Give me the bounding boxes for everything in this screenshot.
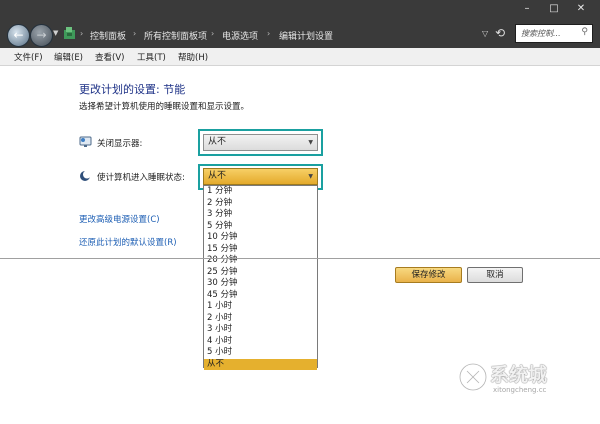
back-button[interactable]: ← xyxy=(7,24,30,47)
address-dropdown-icon[interactable]: ▽ xyxy=(482,29,488,38)
breadcrumb-separator: › xyxy=(267,29,271,38)
forward-button[interactable]: → xyxy=(30,24,53,47)
menu-tools[interactable]: 工具(T) xyxy=(137,51,166,63)
sleep-option[interactable]: 10 分钟 xyxy=(204,232,317,244)
sleep-label: 使计算机进入睡眠状态: xyxy=(97,173,185,183)
sleep-option[interactable]: 20 分钟 xyxy=(204,255,317,267)
breadcrumb-all-items[interactable]: 所有控制面板项 xyxy=(144,29,207,42)
history-dropdown-icon[interactable]: ▼ xyxy=(53,29,58,37)
sleep-moon-icon xyxy=(80,170,91,181)
breadcrumb-separator: › xyxy=(133,29,137,38)
watermark-url: xitongcheng.cc xyxy=(493,386,547,394)
monitor-icon xyxy=(79,136,92,147)
minimize-button[interactable]: – xyxy=(514,2,540,16)
sleep-option[interactable]: 5 分钟 xyxy=(204,221,317,233)
sleep-dropdown-list[interactable]: 1 分钟 2 分钟 3 分钟 5 分钟 10 分钟 15 分钟 20 分钟 25 分钟 30 分… xyxy=(203,185,318,370)
watermark-text: 系统城 xyxy=(490,364,548,386)
breadcrumb-power-options[interactable]: 电源选项 xyxy=(222,29,258,42)
sleep-option[interactable]: 1 小时 xyxy=(204,301,317,313)
refresh-icon[interactable]: ⟲ xyxy=(495,26,505,40)
search-icon[interactable]: ⚲ xyxy=(581,27,588,37)
page-title: 更改计划的设置: 节能 xyxy=(79,83,186,96)
sleep-option[interactable]: 5 小时 xyxy=(204,347,317,359)
close-button[interactable]: ✕ xyxy=(568,2,594,16)
chevron-down-icon: ▼ xyxy=(308,139,313,146)
sleep-option[interactable]: 45 分钟 xyxy=(204,290,317,302)
breadcrumb-separator: › xyxy=(211,29,215,38)
breadcrumb-edit-plan[interactable]: 编辑计划设置 xyxy=(279,29,333,42)
restore-defaults-link[interactable]: 还原此计划的默认设置(R) xyxy=(79,236,177,248)
sleep-select[interactable]: 从不 ▼ xyxy=(203,168,318,185)
divider xyxy=(0,258,600,259)
cancel-button[interactable]: 取消 xyxy=(467,267,523,283)
menu-edit[interactable]: 编辑(E) xyxy=(54,51,83,63)
sleep-option[interactable]: 15 分钟 xyxy=(204,244,317,256)
sleep-option[interactable]: 3 小时 xyxy=(204,324,317,336)
menu-file[interactable]: 文件(F) xyxy=(14,51,43,63)
search-box[interactable]: ⚲ xyxy=(515,24,593,43)
menu-view[interactable]: 查看(V) xyxy=(95,51,124,63)
sleep-option[interactable]: 4 小时 xyxy=(204,336,317,348)
save-button[interactable]: 保存修改 xyxy=(395,267,462,283)
advanced-power-settings-link[interactable]: 更改高级电源设置(C) xyxy=(79,213,160,225)
control-panel-icon xyxy=(64,27,75,39)
sleep-option[interactable]: 25 分钟 xyxy=(204,267,317,279)
forward-arrow-icon: → xyxy=(36,28,47,42)
sleep-option[interactable]: 2 小时 xyxy=(204,313,317,325)
maximize-button[interactable]: □ xyxy=(541,2,567,16)
sleep-value: 从不 xyxy=(208,171,227,181)
menu-bar: 文件(F) 编辑(E) 查看(V) 工具(T) 帮助(H) xyxy=(0,48,600,66)
search-input[interactable] xyxy=(516,25,581,42)
sleep-option[interactable]: 3 分钟 xyxy=(204,209,317,221)
display-off-value: 从不 xyxy=(208,137,227,147)
breadcrumb-control-panel[interactable]: 控制面板 xyxy=(90,29,126,42)
menu-help[interactable]: 帮助(H) xyxy=(178,51,208,63)
back-arrow-icon: ← xyxy=(13,28,24,42)
sleep-option[interactable]: 1 分钟 xyxy=(204,186,317,198)
sleep-option[interactable]: 从不 xyxy=(204,358,317,370)
sleep-option[interactable]: 2 分钟 xyxy=(204,198,317,210)
chevron-down-icon: ▼ xyxy=(308,173,313,180)
sleep-option[interactable]: 30 分钟 xyxy=(204,278,317,290)
title-bar: – □ ✕ ← → ▼ › 控制面板 › 所有控制面板项 › 电源选项 › 编辑… xyxy=(0,0,600,48)
display-off-select[interactable]: 从不 ▼ xyxy=(203,134,318,151)
watermark-logo-icon xyxy=(458,362,488,392)
display-off-label: 关闭显示器: xyxy=(97,139,143,149)
page-subtitle: 选择希望计算机使用的睡眠设置和显示设置。 xyxy=(79,102,250,112)
breadcrumb-separator: › xyxy=(80,29,84,38)
